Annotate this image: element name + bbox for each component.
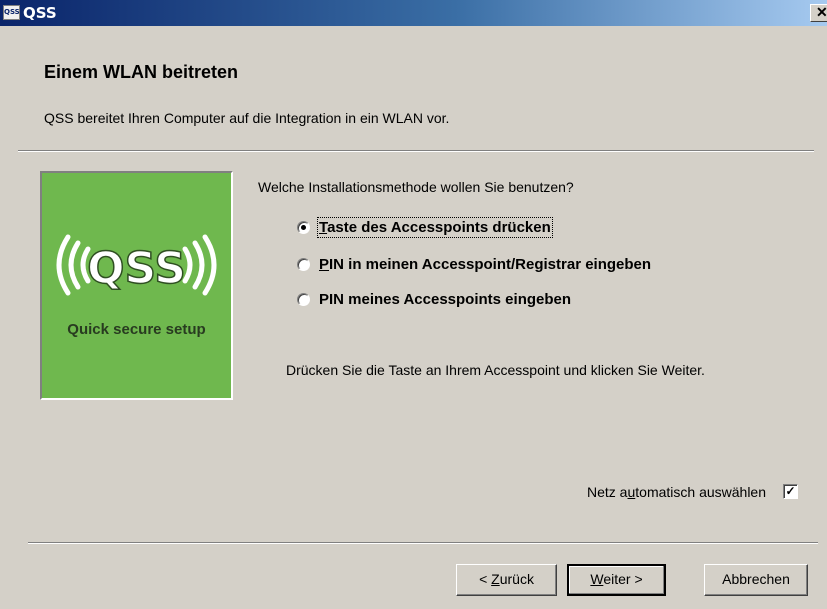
auto-select-label[interactable]: Netz automatisch auswählen <box>587 484 766 500</box>
cancel-button[interactable]: Abbrechen <box>704 564 808 596</box>
footer-divider <box>28 542 818 544</box>
checkmark-icon: ✓ <box>785 484 796 498</box>
close-button[interactable]: ✕ <box>810 4 827 22</box>
instruction-hint: Drücken Sie die Taste an Ihrem Accesspoi… <box>286 362 705 378</box>
signal-wave-right-outer <box>202 234 217 296</box>
option-text: IN in meinen Accesspoint/Registrar einge… <box>329 255 652 273</box>
qss-logo-text: QSS <box>87 243 186 294</box>
auto-select-checkbox[interactable]: ✓ <box>783 484 798 499</box>
back-button[interactable]: < Zurück <box>456 564 557 596</box>
option-pin-of-accesspoint[interactable]: PIN meines Accesspoints eingeben <box>297 288 571 310</box>
radio-button-selected[interactable] <box>297 220 310 234</box>
window-title: QSS <box>23 4 57 22</box>
qss-logo: QSS Quick secure setup <box>40 171 233 400</box>
signal-wave-right-middle <box>192 240 205 290</box>
radio-button[interactable] <box>297 257 310 271</box>
option-label: Taste des Accesspoints drücken <box>317 216 553 238</box>
radio-button[interactable] <box>297 292 310 306</box>
back-button-text: urück <box>499 571 534 587</box>
header-divider <box>18 150 814 152</box>
title-bar[interactable]: QSS QSS ✕ <box>0 0 827 26</box>
option-pin-to-accesspoint[interactable]: PIN in meinen Accesspoint/Registrar eing… <box>297 253 651 275</box>
signal-wave-left-middle <box>68 240 81 290</box>
option-mnemonic: T <box>319 218 328 236</box>
option-text: aste des Accesspoints drücken <box>327 218 551 236</box>
option-label: PIN in meinen Accesspoint/Registrar eing… <box>319 256 651 273</box>
back-button-arrow: < <box>479 571 492 587</box>
page-subtitle: QSS bereitet Ihren Computer auf die Inte… <box>44 110 450 126</box>
next-button-mnemonic: W <box>590 571 604 587</box>
qss-logo-graphic: QSS <box>56 234 217 296</box>
qss-app-icon: QSS <box>3 5 20 20</box>
option-label: PIN meines Accesspoints eingeben <box>319 291 571 308</box>
page-title: Einem WLAN beitreten <box>44 62 239 82</box>
auto-select-text-start: Netz a <box>587 484 628 500</box>
option-press-button[interactable]: Taste des Accesspoints drücken <box>297 216 553 238</box>
signal-wave-left-outer <box>56 234 71 296</box>
auto-select-text-end: tomatisch auswählen <box>635 484 767 500</box>
option-text: PIN meines Accesspoints eingeben <box>319 290 572 308</box>
logo-caption: Quick secure setup <box>67 321 206 338</box>
next-button[interactable]: Weiter > <box>567 564 666 596</box>
method-question: Welche Installationsmethode wollen Sie b… <box>258 179 574 195</box>
option-mnemonic: P <box>319 255 330 273</box>
back-button-mnemonic: Z <box>491 571 500 587</box>
next-button-text: eiter > <box>603 571 643 587</box>
